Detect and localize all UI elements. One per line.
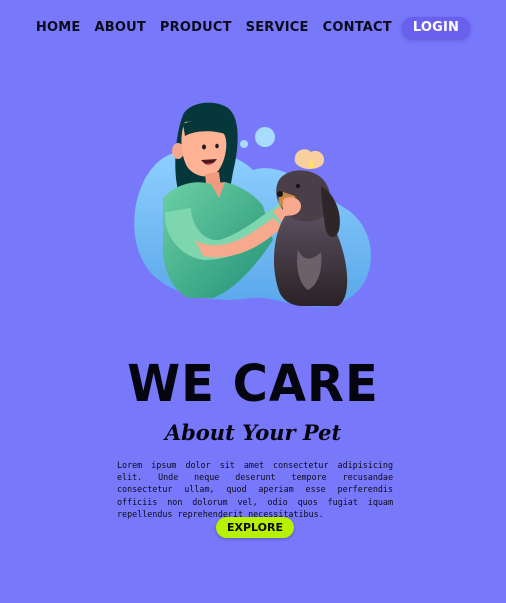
woman-grooming-dog-illustration [134,102,371,307]
nav-about-link[interactable]: ABOUT [94,20,145,35]
nav-contact-link[interactable]: CONTACT [323,20,392,35]
bubble-large [255,127,275,147]
login-button[interactable]: LOGIN [401,16,471,38]
top-navigation: HOME ABOUT PRODUCT SERVICE CONTACT LOGIN [0,14,506,40]
hero-description: Lorem ipsum dolor sit amet consectetur a… [117,460,393,519]
hero-subtitle: About Your Pet [164,420,342,445]
explore-button[interactable]: EXPLORE [216,517,294,538]
nav-home-link[interactable]: HOME [36,20,81,35]
nav-service-link[interactable]: SERVICE [246,20,309,35]
bubble-small [240,140,248,148]
hero-title: WE CARE [127,354,379,414]
nav-product-link[interactable]: PRODUCT [160,20,232,35]
